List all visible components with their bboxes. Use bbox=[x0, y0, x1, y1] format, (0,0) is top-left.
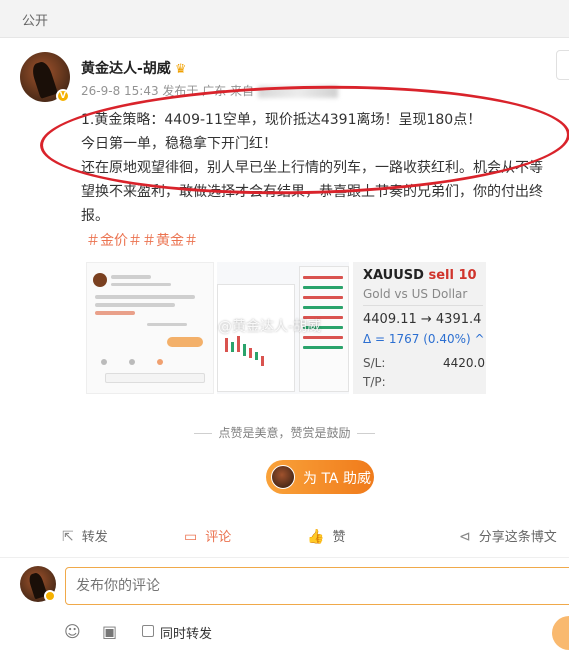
post-line: 1.黄金策略：4409-11空单，现价抵达4391离场！呈现180点！ bbox=[81, 112, 482, 128]
author-name[interactable]: 黄金达人-胡威 bbox=[81, 61, 171, 77]
comment-label: 评论 bbox=[205, 530, 232, 545]
comment-icon: ▭ bbox=[184, 529, 198, 545]
side-panel-button[interactable] bbox=[556, 50, 569, 80]
image-icon[interactable]: ▣ bbox=[102, 622, 117, 641]
mini-icon bbox=[157, 359, 163, 365]
candle-mark bbox=[255, 352, 258, 360]
mini-tags bbox=[95, 311, 135, 315]
visibility-label: 公开 bbox=[22, 14, 49, 29]
avatar-horse-shape bbox=[30, 60, 58, 99]
stop-loss-label: S/L: bbox=[363, 356, 386, 370]
mini-comment-box bbox=[105, 373, 205, 383]
verified-icon bbox=[44, 590, 56, 602]
tip-avatar bbox=[271, 465, 295, 489]
candle-mark bbox=[261, 356, 264, 366]
emoji-icon[interactable]: ☺ bbox=[64, 622, 81, 641]
mini-text bbox=[167, 337, 203, 347]
comment-input[interactable] bbox=[65, 567, 569, 605]
post-line: 望换不来盈利，敢做选择才会有结果，恭喜跟上节奏的兄弟们，你的付出终 bbox=[81, 184, 543, 200]
post-timestamp-location: 26-9-8 15:43 发布于 广东 来自 bbox=[81, 84, 255, 98]
mini-chart-panel bbox=[217, 284, 295, 392]
like-hint-text: 点赞是美意，赞赏是鼓励 bbox=[218, 426, 351, 440]
divider bbox=[194, 433, 213, 434]
mini-text bbox=[111, 283, 171, 286]
trade-pair: XAUUSD sell 10 bbox=[363, 268, 477, 283]
post-meta: 26-9-8 15:43 发布于 广东 来自 bbox=[81, 82, 339, 99]
action-bar: ⇱ 转发 ▭ 评论 👍 赞 ⊲ 分享这条博文 bbox=[0, 514, 569, 558]
repost-checkbox[interactable] bbox=[142, 625, 154, 637]
mini-text bbox=[111, 275, 151, 279]
like-hint-row: 点赞是美意，赞赏是鼓励 bbox=[0, 424, 569, 441]
top-bar: 公开 bbox=[0, 0, 569, 38]
quote-row bbox=[303, 306, 343, 309]
tip-button-label: 为 TA 助威 bbox=[303, 471, 371, 487]
divider bbox=[356, 433, 375, 434]
verified-icon: V bbox=[56, 89, 70, 103]
commenter-avatar-wrap bbox=[20, 566, 56, 602]
like-button[interactable]: 👍 赞 bbox=[307, 526, 345, 545]
post-body: 1.黄金策略：4409-11空单，现价抵达4391离场！呈现180点！ 今日第一… bbox=[81, 108, 569, 228]
author-name-row[interactable]: 黄金达人-胡威 ♛ bbox=[81, 58, 186, 78]
post-tags[interactable]: ＃金价＃＃黄金＃ bbox=[86, 230, 198, 250]
trade-side: sell 10 bbox=[428, 268, 477, 283]
image-thumb-post-screenshot[interactable] bbox=[86, 262, 214, 394]
comment-button[interactable]: ▭ 评论 bbox=[184, 526, 231, 545]
mini-avatar bbox=[93, 273, 107, 287]
crown-icon: ♛ bbox=[174, 62, 187, 77]
post-line: 报。 bbox=[81, 208, 109, 224]
mini-text bbox=[147, 323, 187, 326]
quote-row bbox=[303, 336, 343, 339]
send-icon[interactable] bbox=[552, 616, 569, 650]
repost-label: 转发 bbox=[81, 530, 108, 545]
trade-delta: Δ = 1767 (0.40%) ^ bbox=[363, 332, 485, 346]
mini-text bbox=[95, 295, 195, 299]
candle-mark bbox=[237, 336, 240, 352]
tip-support-button[interactable]: 为 TA 助威 bbox=[266, 460, 374, 494]
share-button[interactable]: ⊲ 分享这条博文 bbox=[459, 526, 557, 545]
like-label: 赞 bbox=[332, 530, 346, 545]
candle-mark bbox=[243, 344, 246, 356]
mini-text bbox=[95, 303, 175, 307]
trade-symbol: XAUUSD bbox=[363, 268, 424, 283]
quote-row bbox=[303, 296, 343, 299]
repost-button[interactable]: ⇱ 转发 bbox=[62, 526, 108, 545]
stop-loss-value: 4420.0( bbox=[443, 356, 486, 370]
candle-mark bbox=[249, 348, 252, 358]
trade-subtitle: Gold vs US Dollar bbox=[363, 287, 468, 301]
share-icon: ⊲ bbox=[459, 529, 471, 545]
blurred-source bbox=[258, 85, 339, 98]
post-line: 今日第一单，稳稳拿下开门红！ bbox=[81, 136, 277, 152]
quote-row bbox=[303, 276, 343, 279]
divider bbox=[363, 305, 483, 306]
image-thumb-trade-card[interactable]: XAUUSD sell 10 Gold vs US Dollar 4409.11… bbox=[353, 262, 486, 394]
repost-checkbox-label[interactable]: 同时转发 bbox=[160, 623, 212, 642]
mini-icon bbox=[101, 359, 107, 365]
mini-icon bbox=[129, 359, 135, 365]
repost-icon: ⇱ bbox=[62, 529, 74, 545]
candle-mark bbox=[231, 342, 234, 352]
like-icon: 👍 bbox=[307, 529, 325, 545]
take-profit-label: T/P: bbox=[363, 375, 386, 389]
quote-row bbox=[303, 286, 343, 289]
quote-row bbox=[303, 346, 343, 349]
trade-price-move: 4409.11 → 4391.4 bbox=[363, 312, 482, 327]
weibo-watermark: @黄金达人-胡威 bbox=[218, 319, 322, 335]
share-label: 分享这条博文 bbox=[478, 530, 557, 545]
post-line: 还在原地观望徘徊，别人早已坐上行情的列车，一路收获红利。机会从不等 bbox=[81, 160, 543, 176]
candle-mark bbox=[225, 338, 228, 352]
